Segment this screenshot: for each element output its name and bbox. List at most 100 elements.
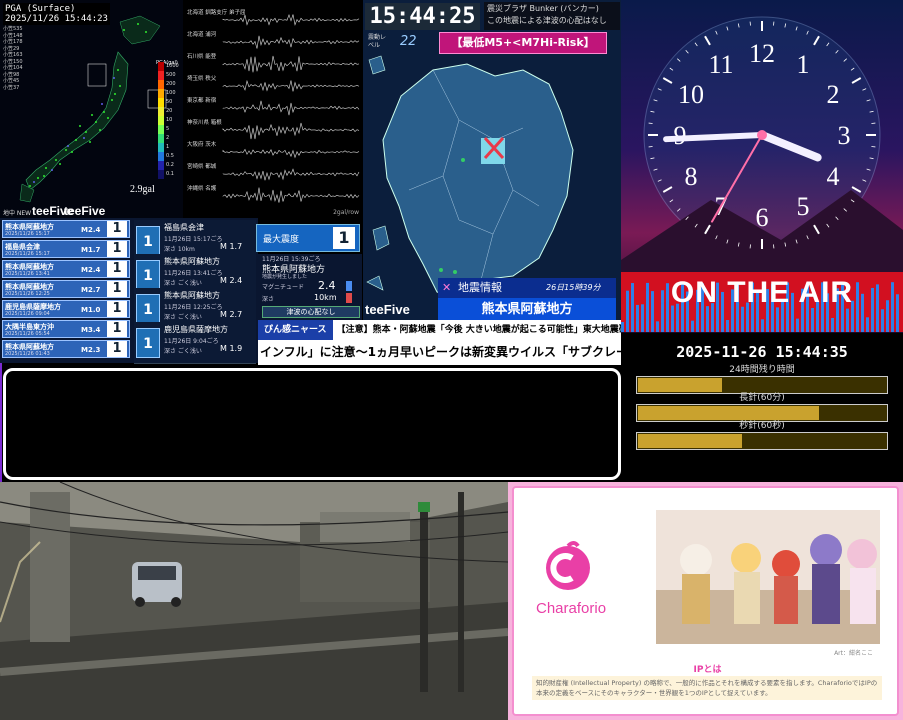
charaforio-logo-icon bbox=[538, 538, 598, 598]
equalizer-bar bbox=[776, 307, 779, 332]
quake-time: 2025/11/26 09:04 bbox=[5, 311, 50, 317]
card-depth: 深さ ごく浅い bbox=[164, 278, 202, 287]
scale-tick-label: 0.5 bbox=[166, 153, 174, 159]
bunker-title: 震災ブラザ Bunker (バンカー) bbox=[487, 3, 617, 15]
quake-magnitude: M2.7 bbox=[81, 286, 100, 294]
seismogram-trace bbox=[223, 36, 359, 49]
scale-step: 500 bbox=[158, 71, 180, 80]
station-label: 大阪府 茨木 bbox=[187, 140, 216, 148]
equalizer-bar bbox=[796, 319, 799, 332]
max-intensity-label: 最大震度 bbox=[263, 232, 299, 245]
street-camera-feed bbox=[0, 482, 508, 720]
quake-list-row[interactable]: 熊本県阿蘇地方 2025/11/26 15:17 M2.4 1 bbox=[2, 220, 130, 238]
datetime-display: 2025-11-26 15:44:35 bbox=[621, 341, 903, 363]
seismogram-trace bbox=[223, 149, 359, 157]
news-ticker-top: ぴん感ニャース【注意】熊本・阿蘇地震「今後 大きい地震が起こる可能性」東大地震研… bbox=[258, 320, 621, 340]
detail-depth-value: 10km bbox=[314, 293, 337, 302]
scale-tick-label: 50 bbox=[166, 99, 172, 105]
x-mark-icon: ✕ bbox=[442, 278, 451, 298]
quake-intensity: 1 bbox=[107, 241, 127, 257]
quake-list-row[interactable]: 熊本県阿蘇地方 2025/11/26 12:25 M2.7 1 bbox=[2, 280, 130, 298]
quake-list-row[interactable]: 鹿児島県薩摩地方 2025/11/26 09:04 M1.0 1 bbox=[2, 300, 130, 318]
max-intensity-value: 1 bbox=[333, 227, 355, 249]
scale-swatch bbox=[158, 125, 164, 134]
detail-depth-label: 深さ bbox=[262, 294, 274, 303]
scale-swatch bbox=[158, 161, 164, 170]
on-air-text: ON THE AIR bbox=[621, 276, 903, 310]
shake-level: 震動レベル 22 bbox=[366, 32, 436, 54]
scale-step: 1000 bbox=[158, 62, 180, 71]
clock-numeral: 12 bbox=[749, 39, 775, 68]
card-region: 鹿児島県薩摩地方 bbox=[164, 324, 228, 335]
scale-swatch bbox=[158, 89, 164, 98]
station-label: 宮崎県 都城 bbox=[187, 162, 216, 170]
scale-step: 10 bbox=[158, 116, 180, 125]
legend-entry: 小笠163 bbox=[3, 52, 23, 59]
charaforio-name: Charaforio bbox=[536, 600, 606, 617]
tsunami-status: 津波の心配なし bbox=[262, 306, 360, 318]
progress-label: 24時間残り時間 bbox=[636, 362, 888, 375]
quake-magnitude: M1.7 bbox=[81, 246, 100, 254]
card-intensity: 1 bbox=[136, 328, 160, 358]
card-time: 11月26日 12:25ごろ bbox=[164, 302, 222, 311]
ticker-line1: 【注意】熊本・阿蘇地震「今後 大きい地震が起こる可能性」東大地震研・笠原教授 bbox=[337, 325, 621, 335]
quake-magnitude: M2.4 bbox=[81, 266, 100, 274]
ticker-tag: ぴん感ニャース bbox=[258, 320, 333, 340]
quake-card[interactable]: 1 鹿児島県薩摩地方 11月26日 9:04ごろ 深さ ごく浅い M 1.9 bbox=[134, 322, 256, 364]
character-illustration bbox=[656, 510, 880, 644]
station-label: 埼玉県 秩父 bbox=[187, 74, 216, 82]
equalizer-bar bbox=[656, 321, 659, 332]
ip-description: 知的財産権 (Intellectual Property) の略称で、一般的に作… bbox=[532, 676, 882, 700]
card-depth: 深さ ごく浅い bbox=[164, 346, 202, 355]
progress-fill bbox=[638, 434, 742, 448]
scale-tick-label: 100 bbox=[166, 90, 176, 96]
scale-step: 2 bbox=[158, 134, 180, 143]
clock-numeral: 1 bbox=[797, 50, 810, 79]
scale-tick-label: 20 bbox=[166, 108, 172, 114]
on-air-banner: ON THE AIR bbox=[621, 272, 903, 332]
detail-mag-value: 2.4 bbox=[318, 279, 336, 292]
quake-list-row[interactable]: 熊本県阿蘇地方 2025/11/26 01:43 M2.3 1 bbox=[2, 340, 130, 358]
scale-step: 20 bbox=[158, 107, 180, 116]
risk-banner: 【最低M5+<M7Hi-Risk】 bbox=[439, 32, 607, 54]
blank-panel bbox=[3, 368, 621, 480]
scale-tick-label: 5 bbox=[166, 126, 169, 132]
quake-list-row[interactable]: 熊本県阿蘇地方 2025/11/26 13:41 M2.4 1 bbox=[2, 260, 130, 278]
card-magnitude: M 2.7 bbox=[220, 310, 242, 319]
current-time: 15:44:25 bbox=[365, 3, 480, 30]
quake-list-row[interactable]: 福島県会津 2025/11/26 15:17 M1.7 1 bbox=[2, 240, 130, 258]
charaforio-ad-panel: Charaforio Art：紺名ここ IPとは 知的財産権 (Intellec… bbox=[508, 482, 903, 720]
depth-bar bbox=[346, 293, 352, 303]
quake-intensity: 1 bbox=[107, 301, 127, 317]
scale-step: 5 bbox=[158, 125, 180, 134]
level-label: 震動レベル bbox=[368, 34, 390, 50]
clock-numeral: 8 bbox=[684, 162, 697, 191]
scale-tick-label: 0.1 bbox=[166, 171, 174, 177]
quake-list-row[interactable]: 大隅半島東方沖 2025/11/26 05:54 M3.4 1 bbox=[2, 320, 130, 338]
quake-intensity: 1 bbox=[107, 341, 127, 357]
earthquake-list-panel: 地中 NEW teeFive 熊本県阿蘇地方 2025/11/26 15:17 M2… bbox=[0, 218, 258, 363]
legend-entry: 小笠178 bbox=[3, 39, 23, 46]
clock-numeral: 11 bbox=[708, 50, 733, 79]
scale-step: 0.2 bbox=[158, 161, 180, 170]
news-ticker-bottom: インフル」に注意〜1ヵ月早いピークは新変異ウイルス「サブクレード bbox=[258, 340, 621, 365]
quake-intensity: 1 bbox=[107, 261, 127, 277]
bunker-notice: 震災ブラザ Bunker (バンカー) この地震による津波の心配はなし bbox=[484, 2, 620, 30]
card-intensity: 1 bbox=[136, 294, 160, 324]
scale-step: 50 bbox=[158, 98, 180, 107]
scale-tick-label: 1 bbox=[166, 144, 169, 150]
latest-quake-detail: 11月26日 15:39ごろ 熊本県阿蘇地方 地震が発生しました マグニチュード… bbox=[258, 254, 362, 320]
equalizer-bar bbox=[621, 322, 624, 332]
equalizer-bar bbox=[881, 309, 884, 332]
quake-magnitude: M2.4 bbox=[81, 226, 100, 234]
station-label: 北海道 釧路支庁 弟子屈 bbox=[187, 8, 246, 16]
scale-swatch bbox=[158, 170, 164, 179]
progress-label: 長針(60分) bbox=[636, 390, 888, 403]
quake-intensity: 1 bbox=[107, 221, 127, 237]
card-time: 11月26日 15:17ごろ bbox=[164, 234, 222, 243]
list-small-label: 地中 NEW bbox=[3, 208, 31, 217]
bunker-message: この地震による津波の心配はなし bbox=[487, 15, 617, 27]
charaforio-card: Charaforio Art：紺名ここ IPとは 知的財産権 (Intellec… bbox=[512, 486, 899, 716]
clock-numeral: 5 bbox=[797, 192, 810, 221]
clock-numeral: 4 bbox=[827, 162, 840, 191]
